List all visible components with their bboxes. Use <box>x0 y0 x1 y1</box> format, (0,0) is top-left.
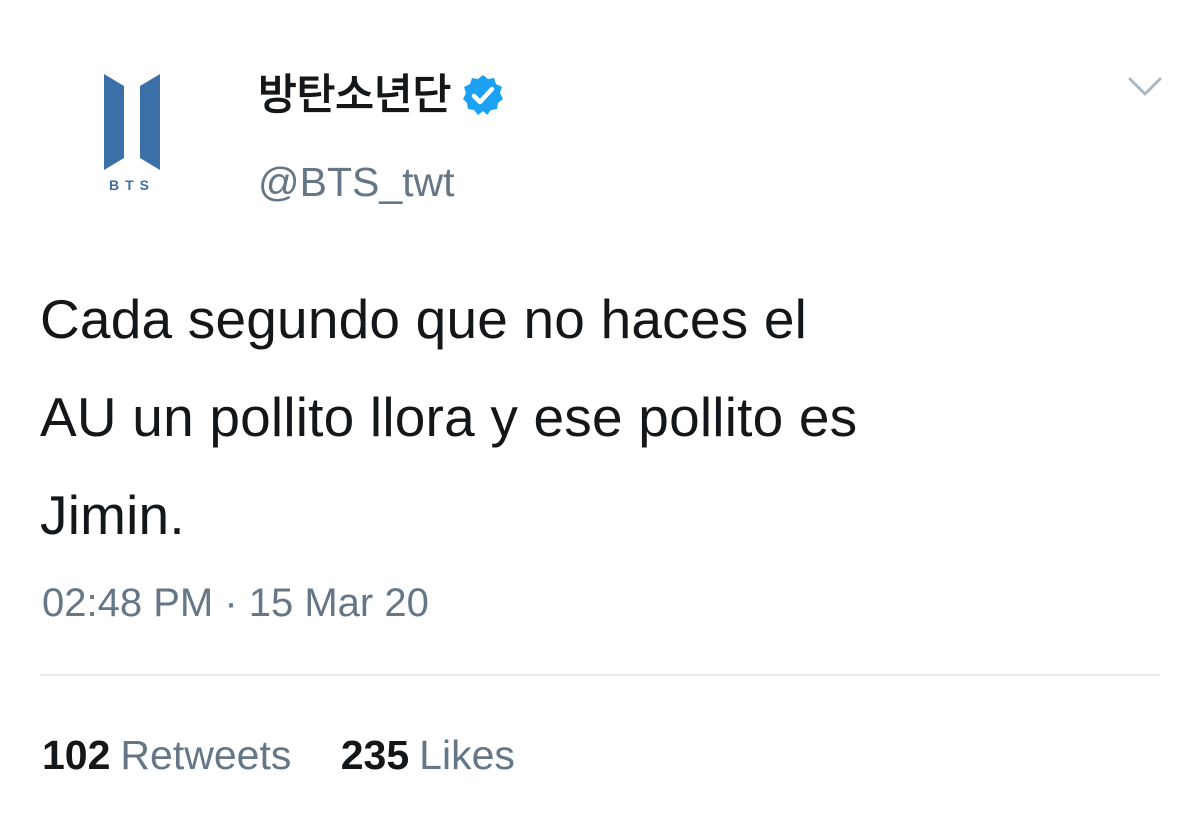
author-handle[interactable]: @BTS_twt <box>258 158 455 206</box>
author-display-name[interactable]: 방탄소년단 <box>258 70 505 120</box>
divider <box>40 674 1160 676</box>
tweet-text: Cada segundo que no haces el AU un polli… <box>40 270 1160 564</box>
tweet-card: BTS 방탄소년단 @BTS_twt Cada segundo que no h… <box>0 0 1200 823</box>
retweets-stat[interactable]: 102 Retweets <box>42 730 291 780</box>
svg-text:BTS: BTS <box>109 177 155 193</box>
chevron-down-icon[interactable] <box>1126 74 1164 100</box>
tweet-text-line: Cada segundo que no haces el <box>40 288 808 350</box>
retweets-count: 102 <box>42 732 111 778</box>
tweet-text-line: AU un pollito llora y ese pollito es <box>40 386 858 448</box>
display-name-text[interactable]: 방탄소년단 <box>258 70 451 120</box>
bts-logo-icon[interactable]: BTS <box>90 66 174 194</box>
tweet-stats: 102 Retweets 235 Likes <box>42 730 553 780</box>
likes-stat[interactable]: 235 Likes <box>341 730 515 780</box>
likes-label: Likes <box>419 732 515 778</box>
avatar-caption: BTS <box>109 177 155 193</box>
likes-count: 235 <box>340 732 410 778</box>
tweet-text-line: Jimin. <box>40 484 185 546</box>
verified-badge-icon <box>461 73 505 117</box>
retweets-label: Retweets <box>120 732 292 778</box>
tweet-timestamp[interactable]: 02:48 PM · 15 Mar 20 <box>42 578 429 628</box>
